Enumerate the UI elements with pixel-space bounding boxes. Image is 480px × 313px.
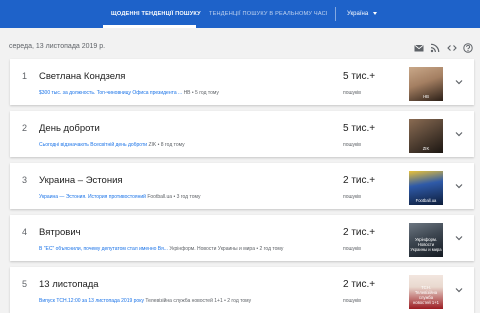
help-icon[interactable] xyxy=(463,43,473,53)
tab-daily-trends[interactable]: ЩОДЕННІ ТЕНДЕНЦІЇ ПОШУКУ xyxy=(111,0,201,28)
chevron-down-icon[interactable] xyxy=(454,181,464,191)
trend-card[interactable]: 3 Украина – Эстония Украина — Эстония. И… xyxy=(10,163,474,209)
search-count: 2 тис.+ xyxy=(343,227,376,238)
search-count-label: пошуків xyxy=(343,90,361,96)
region-selector[interactable]: Україна xyxy=(347,0,378,28)
chevron-down-icon[interactable] xyxy=(454,285,464,295)
search-count: 5 тис.+ xyxy=(343,123,376,134)
embed-code-icon[interactable] xyxy=(447,43,457,53)
region-label: Україна xyxy=(347,11,369,17)
thumbnail-caption: ТСН. Телевізійна служба новостей 1+1 xyxy=(412,285,440,305)
article-link[interactable]: В "ЕС" объяснили, почему депутатом стал … xyxy=(39,246,168,252)
trend-article: Сьогодні відзначають Всесвітній день доб… xyxy=(39,142,329,148)
email-icon[interactable] xyxy=(414,43,424,53)
search-count-label: пошуків xyxy=(343,298,361,304)
trend-title[interactable]: Светлана Кондзеля xyxy=(39,71,125,82)
article-source: НВ • 5 год тому xyxy=(183,90,219,96)
trend-card[interactable]: 4 Вятрович В "ЕС" объяснили, почему депу… xyxy=(10,215,474,261)
article-source: Телевізійна служба новостей 1+1 • 2 год … xyxy=(145,298,252,304)
search-count: 5 тис.+ xyxy=(343,71,376,82)
trend-card[interactable]: 1 Светлана Кондзеля $300 тыс. за должнос… xyxy=(10,59,474,105)
thumbnail-caption: ZIK xyxy=(422,146,430,151)
article-link[interactable]: Украина — Эстония. История противостояни… xyxy=(39,194,146,200)
chevron-down-icon[interactable] xyxy=(454,233,464,243)
trend-rank: 2 xyxy=(22,123,28,133)
article-source: Укрінформ. Новости Украины и мира • 2 го… xyxy=(169,246,284,252)
chevron-down-icon[interactable] xyxy=(454,129,464,139)
trend-article: Украина — Эстония. История противостояни… xyxy=(39,194,329,200)
trends-date: середа, 13 листопада 2019 р. xyxy=(9,43,106,50)
active-tab-indicator xyxy=(103,25,196,28)
trend-rank: 3 xyxy=(22,175,28,185)
trend-rank: 5 xyxy=(22,279,28,289)
article-link[interactable]: Сьогодні відзначають Всесвітній день доб… xyxy=(39,142,147,148)
caret-down-icon xyxy=(373,11,378,15)
thumbnail-caption: Укрінформ. Новости Украины и мира xyxy=(410,237,442,252)
search-count-label: пошуків xyxy=(343,194,361,200)
rss-icon[interactable] xyxy=(430,43,440,53)
trend-card[interactable]: 2 День доброти Сьогодні відзначають Всес… xyxy=(10,111,474,157)
header-divider xyxy=(335,7,336,21)
tab-realtime-trends[interactable]: ТЕНДЕНЦІЇ ПОШУКУ В РЕАЛЬНОМУ ЧАСІ xyxy=(209,0,328,28)
article-link[interactable]: $300 тыс. за должность. Топ-чиновницу Оф… xyxy=(39,90,182,96)
trend-title[interactable]: Украина – Эстония xyxy=(39,175,123,186)
news-thumbnail[interactable]: Укрінформ. Новости Украины и мира xyxy=(409,223,443,257)
search-count: 2 тис.+ xyxy=(343,279,376,290)
trend-card[interactable]: 5 13 листопада Випуск ТСН.12:00 за 13 ли… xyxy=(10,267,474,313)
trend-rank: 4 xyxy=(22,227,28,237)
thumbnail-caption: Football.ua xyxy=(415,198,437,203)
news-thumbnail[interactable]: ZIK xyxy=(409,119,443,153)
article-link[interactable]: Випуск ТСН.12:00 за 13 листопада 2019 ро… xyxy=(39,298,144,304)
top-navigation-bar: ЩОДЕННІ ТЕНДЕНЦІЇ ПОШУКУ ТЕНДЕНЦІЇ ПОШУК… xyxy=(0,0,480,28)
article-source: Football.ua • 3 год тому xyxy=(147,194,201,200)
search-count-label: пошуків xyxy=(343,142,361,148)
news-thumbnail[interactable]: Football.ua xyxy=(409,171,443,205)
news-thumbnail[interactable]: НВ xyxy=(409,67,443,101)
search-count-label: пошуків xyxy=(343,246,361,252)
trend-title[interactable]: День доброти xyxy=(39,123,100,134)
trend-rank: 1 xyxy=(22,71,28,81)
trend-article: Випуск ТСН.12:00 за 13 листопада 2019 ро… xyxy=(39,298,329,304)
news-thumbnail[interactable]: ТСН. Телевізійна служба новостей 1+1 xyxy=(409,275,443,309)
thumbnail-caption: НВ xyxy=(423,94,429,99)
trend-title[interactable]: Вятрович xyxy=(39,227,81,238)
chevron-down-icon[interactable] xyxy=(454,77,464,87)
trend-article: В "ЕС" объяснили, почему депутатом стал … xyxy=(39,246,329,252)
trend-title[interactable]: 13 листопада xyxy=(39,279,99,290)
trend-article: $300 тыс. за должность. Топ-чиновницу Оф… xyxy=(39,90,329,96)
search-count: 2 тис.+ xyxy=(343,175,376,186)
article-source: ZIK • 8 год тому xyxy=(148,142,185,148)
